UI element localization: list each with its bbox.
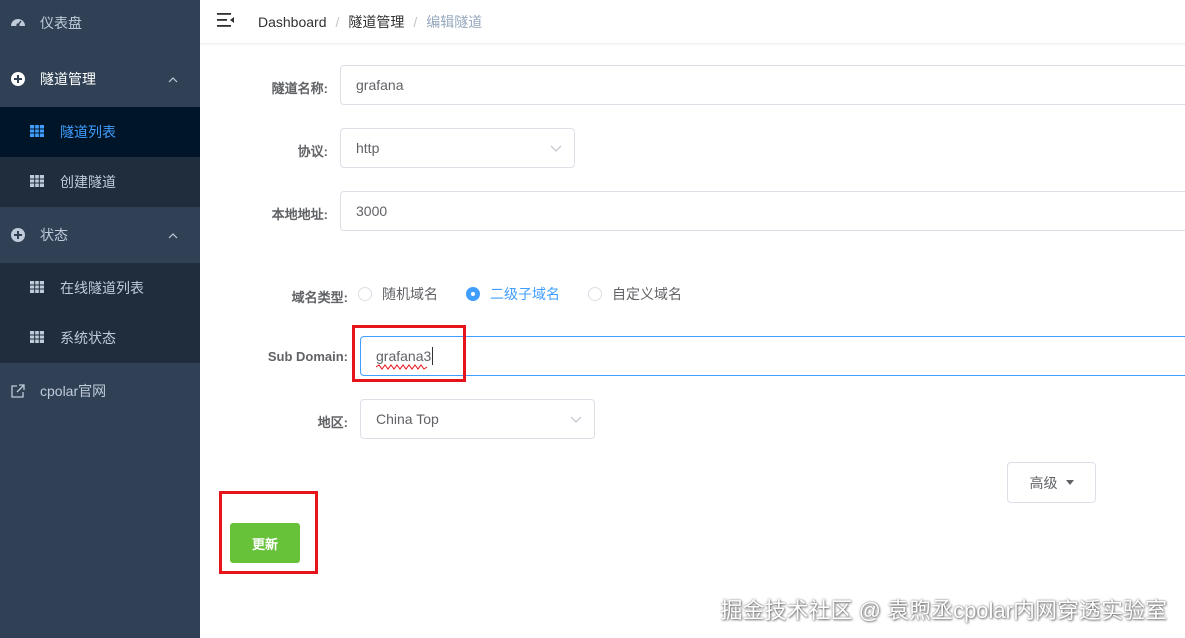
highlight-box-subdomain	[352, 325, 466, 382]
local-address-value: 3000	[356, 203, 388, 219]
protocol-select[interactable]: http	[340, 128, 575, 168]
sidebar-item-dashboard[interactable]: 仪表盘	[0, 0, 200, 46]
domain-type-label: 域名类型:	[291, 290, 348, 305]
breadcrumb-edit-tunnel: 编辑隧道	[426, 14, 483, 30]
radio-label: 随机域名	[382, 286, 438, 302]
chevron-up-icon	[168, 233, 178, 239]
sidebar-item-label: 创建隧道	[60, 174, 116, 190]
chevron-up-icon	[168, 77, 178, 83]
sidebar-item-tunnel-management[interactable]: 隧道管理	[0, 54, 200, 104]
hamburger-icon[interactable]	[217, 12, 235, 28]
radio-circle[interactable]	[466, 287, 480, 301]
plus-circle-icon	[10, 227, 26, 243]
sidebar-item-label: cpolar官网	[40, 383, 107, 399]
local-address-input[interactable]: 3000	[340, 191, 1185, 231]
table-icon	[30, 280, 44, 296]
sidebar-item-label: 在线隧道列表	[60, 280, 144, 296]
sidebar-item-status[interactable]: 状态	[0, 210, 200, 260]
breadcrumb-separator: /	[335, 14, 340, 30]
sidebar-item-label: 隧道管理	[40, 71, 96, 87]
breadcrumb-tunnel-management[interactable]: 隧道管理	[348, 12, 404, 32]
sidebar-item-tunnel-list[interactable]: 隧道列表	[0, 107, 200, 157]
watermark: 掘金技术社区 @ 袁煦丞cpolar内网穿透实验室	[720, 598, 1167, 623]
sidebar-item-label: 仪表盘	[40, 15, 82, 31]
protocol-value: http	[356, 140, 380, 156]
chevron-down-icon	[570, 416, 582, 423]
radio-label: 自定义域名	[612, 286, 682, 302]
table-icon	[30, 174, 44, 190]
radio-subdomain[interactable]: 二级子域名	[466, 284, 560, 304]
radio-random-domain[interactable]: 随机域名	[358, 284, 438, 304]
plus-circle-icon	[10, 71, 26, 87]
radio-custom-domain[interactable]: 自定义域名	[588, 284, 682, 304]
tunnel-name-value: grafana	[356, 77, 404, 93]
advanced-label: 高级	[1029, 474, 1058, 491]
sidebar-item-cpolar-site[interactable]: cpolar官网	[0, 366, 200, 416]
local-address-label: 本地地址:	[271, 207, 328, 222]
radio-label: 二级子域名	[490, 286, 560, 302]
dashboard-icon	[10, 15, 26, 31]
domain-type-radio-group: 随机域名 二级子域名 自定义域名	[358, 284, 710, 304]
chevron-down-icon	[550, 145, 562, 152]
navbar: Dashboard / 隧道管理 / 编辑隧道	[200, 0, 1185, 44]
external-link-icon	[10, 383, 26, 399]
sidebar-item-online-tunnels[interactable]: 在线隧道列表	[0, 263, 200, 313]
sidebar-item-system-status[interactable]: 系统状态	[0, 313, 200, 363]
sub-domain-input[interactable]: grafana3	[360, 336, 1185, 376]
tunnel-name-label: 隧道名称:	[271, 81, 328, 96]
sidebar-item-label: 状态	[40, 227, 68, 243]
region-value: China Top	[376, 411, 439, 427]
breadcrumb-dashboard[interactable]: Dashboard	[258, 14, 327, 30]
highlight-box-update	[219, 491, 318, 574]
caret-down-icon	[1065, 480, 1074, 485]
advanced-dropdown-button[interactable]: 高级	[1007, 462, 1096, 503]
radio-circle[interactable]	[358, 287, 372, 301]
table-icon	[30, 330, 44, 346]
breadcrumb-separator: /	[413, 14, 418, 30]
table-icon	[30, 124, 44, 140]
tunnel-name-input[interactable]: grafana	[340, 65, 1185, 105]
radio-circle[interactable]	[588, 287, 602, 301]
sidebar-item-label: 系统状态	[60, 330, 116, 346]
sidebar-item-create-tunnel[interactable]: 创建隧道	[0, 157, 200, 207]
breadcrumb: Dashboard / 隧道管理 / 编辑隧道	[258, 12, 482, 32]
sub-domain-label: Sub Domain:	[267, 349, 348, 364]
sidebar-item-label: 隧道列表	[60, 124, 116, 140]
region-select[interactable]: China Top	[360, 399, 595, 439]
sidebar: 仪表盘 隧道管理 隧道列表 创建隧道 状态 在线隧道列表 系统状态 cpolar…	[0, 0, 200, 638]
region-label: 地区:	[317, 415, 348, 430]
protocol-label: 协议:	[297, 144, 328, 159]
